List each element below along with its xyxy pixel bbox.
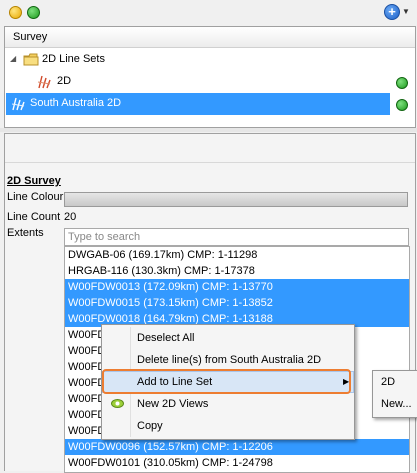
list-item[interactable]: W00FDW0096 (152.57km) CMP: 1-12206 (65, 439, 409, 455)
yellow-status-icon (9, 6, 22, 19)
menu-item-delete-lines[interactable]: Delete line(s) from South Australia 2D (102, 349, 354, 371)
menu-item-label: Delete line(s) from South Australia 2D (137, 354, 322, 366)
survey-column-header[interactable]: Survey (5, 27, 415, 48)
survey-lines-icon (11, 97, 25, 111)
list-item[interactable]: W00FDW0101 (310.05km) CMP: 1-24798 (65, 455, 409, 471)
line-colour-label: Line Colour (7, 191, 64, 203)
green-status-icon (27, 6, 40, 19)
menu-item-deselect-all[interactable]: Deselect All (102, 327, 354, 349)
tree-item-label: 2D Line Sets (42, 53, 105, 65)
menu-item-label: Deselect All (137, 332, 195, 344)
tree-item-south-australia-2d[interactable]: South Australia 2D (6, 93, 390, 115)
search-input[interactable]: Type to search (64, 228, 409, 246)
submenu-item-new[interactable]: New... (381, 398, 412, 410)
list-item[interactable]: HRGAB-116 (130.3km) CMP: 1-17378 (65, 263, 409, 279)
menu-item-label: Copy (137, 420, 163, 432)
list-item[interactable]: DWGAB-06 (169.17km) CMP: 1-11298 (65, 247, 409, 263)
line-count-value: 20 (64, 211, 77, 223)
extents-label: Extents (7, 227, 44, 239)
highlight-annotation (102, 369, 351, 394)
folder-icon (23, 53, 39, 66)
menu-item-copy[interactable]: Copy (102, 415, 354, 437)
menu-item-new-2d-views[interactable]: New 2D Views (102, 393, 354, 415)
expand-arrow-icon[interactable]: ◢ (10, 54, 16, 63)
panel-splitter[interactable] (0, 128, 417, 132)
section-title: 2D Survey (7, 175, 61, 187)
line-colour-swatch[interactable] (64, 192, 408, 207)
status-green-icon (396, 99, 408, 111)
submenu-item-2d[interactable]: 2D (381, 376, 395, 388)
tree-item-label: 2D (57, 75, 72, 87)
line-count-label: Line Count (7, 211, 61, 223)
line-set-icon (37, 75, 51, 89)
survey-header-label: Survey (13, 31, 48, 43)
properties-header (5, 134, 415, 163)
survey-panel: Survey ◢ 2D Line Sets 2D South Australia… (4, 26, 416, 128)
status-green-icon (396, 77, 408, 89)
2d-view-icon (111, 399, 124, 408)
line-set-submenu: 2D New... (372, 370, 417, 418)
list-item[interactable]: W00FDW0013 (172.09km) CMP: 1-13770 (65, 279, 409, 295)
add-icon[interactable]: + (384, 4, 400, 20)
menu-item-label: New 2D Views (137, 398, 209, 410)
top-toolbar: + ▼ (0, 0, 417, 24)
tree-item-label: South Australia 2D (30, 97, 122, 109)
tree-item-2d[interactable]: 2D (5, 71, 415, 93)
list-item[interactable]: W00FDW0015 (173.15km) CMP: 1-13852 (65, 295, 409, 311)
tree-item-2d-line-sets[interactable]: ◢ 2D Line Sets (5, 49, 415, 71)
chevron-down-icon[interactable]: ▼ (402, 7, 410, 16)
